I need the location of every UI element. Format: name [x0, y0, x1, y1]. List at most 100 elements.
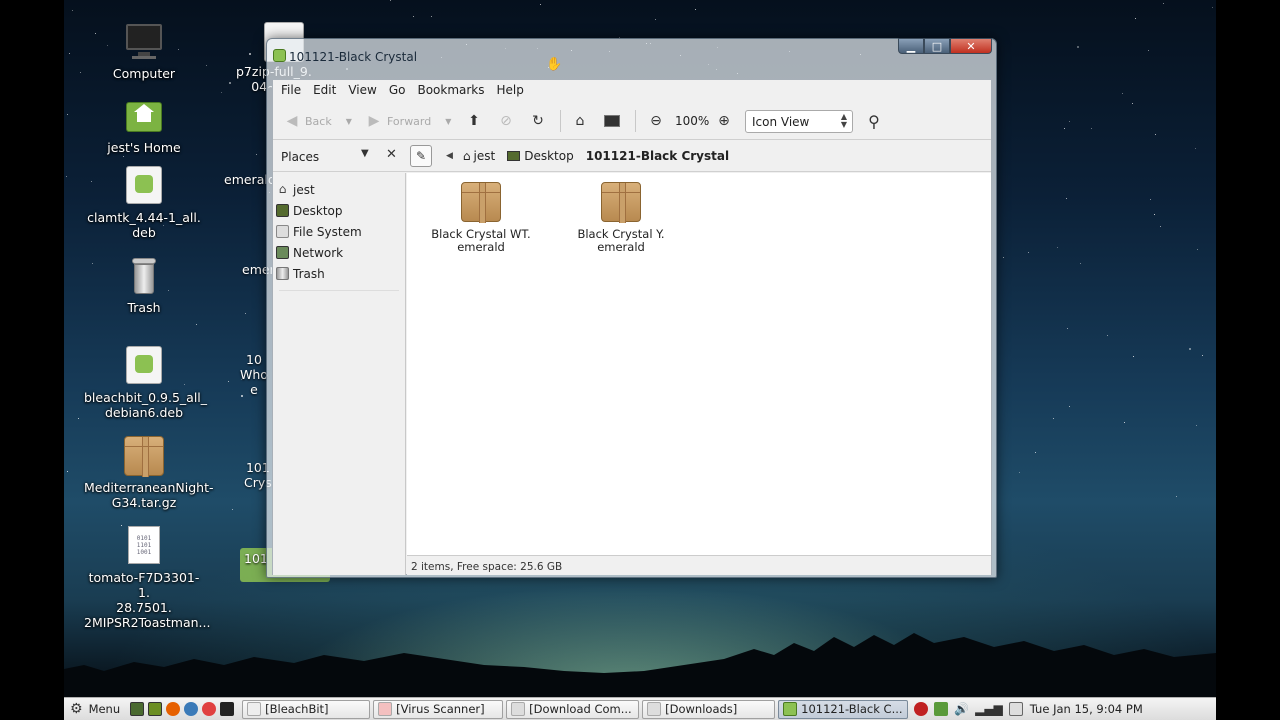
sidebar-item-network[interactable]: Network: [273, 242, 405, 263]
file-item[interactable]: Black Crystal WT. emerald: [421, 182, 541, 254]
desktop-icon-clamtk[interactable]: clamtk_4.44-1_all. deb: [84, 166, 204, 240]
close-button[interactable]: ✕: [950, 38, 992, 54]
volume-icon[interactable]: 🔊: [954, 702, 969, 716]
computer-icon: [603, 112, 621, 130]
star: [245, 313, 246, 314]
star: [1135, 18, 1136, 19]
search-button[interactable]: ⚲: [865, 102, 883, 140]
show-desktop-icon[interactable]: [130, 702, 145, 716]
forward-button[interactable]: ▶ Forward ▼: [365, 102, 452, 140]
window-titlebar[interactable]: 101121-Black Crystal ✋ ▁ □ ✕: [267, 38, 996, 75]
terminal-icon[interactable]: [220, 702, 235, 716]
desktop-icon-computer[interactable]: Computer: [84, 22, 204, 81]
network-signal-icon[interactable]: ▂▄▆: [975, 702, 1003, 716]
back-dropdown-icon[interactable]: ▼: [346, 117, 352, 126]
sidebar-item-label: Desktop: [293, 203, 343, 218]
menu-help[interactable]: Help: [491, 83, 530, 97]
zoom-in-button[interactable]: ⊕: [715, 102, 733, 140]
sidebar-divider: [279, 290, 399, 291]
places-header: Places: [281, 150, 320, 164]
desktop-icon-bleachbit[interactable]: bleachbit_0.9.5_all_ debian6.deb: [84, 346, 207, 420]
taskbar-window-downloads[interactable]: [Downloads]: [642, 699, 776, 719]
pencil-icon: ✎: [415, 149, 427, 163]
star: [1069, 406, 1070, 407]
star: [232, 509, 233, 510]
menu-go[interactable]: Go: [383, 83, 412, 97]
sidebar-item-jest[interactable]: ⌂ jest: [273, 179, 405, 200]
record-icon[interactable]: [914, 702, 929, 716]
file-view[interactable]: Black Crystal WT. emerald Black Crystal …: [407, 173, 991, 555]
deb-package-icon: [124, 166, 164, 206]
maximize-button[interactable]: □: [924, 38, 950, 54]
desktop-icon-tomato[interactable]: 0101 1101 1001 tomato-F7D3301-1. 28.7501…: [84, 526, 210, 630]
menu-file[interactable]: File: [275, 83, 307, 97]
sidebar-item-trash[interactable]: Trash: [273, 263, 405, 284]
breadcrumb-label: jest: [473, 149, 496, 163]
menu-bookmarks[interactable]: Bookmarks: [411, 83, 490, 97]
search-icon: ⚲: [868, 111, 880, 131]
skype-icon[interactable]: [184, 702, 199, 716]
star: [1176, 496, 1177, 497]
star: [540, 4, 541, 5]
window-title: 101121-Black Crystal: [289, 50, 418, 64]
taskbar-window-virus-scanner[interactable]: [Virus Scanner]: [373, 699, 504, 719]
clock[interactable]: Tue Jan 15, 9:04 PM: [1026, 700, 1145, 719]
close-sidebar-icon[interactable]: ✕: [386, 147, 397, 162]
back-button[interactable]: ◀ Back ▼: [283, 102, 352, 140]
firefox-icon[interactable]: [166, 702, 181, 716]
star: [69, 53, 70, 54]
star: [1028, 252, 1029, 253]
system-monitor-icon[interactable]: [148, 702, 163, 716]
view-mode-select[interactable]: Icon View ▲ ▼: [745, 110, 853, 133]
desktop-icon-label: MediterraneanNight- G34.tar.gz: [84, 480, 214, 510]
star: [1066, 198, 1067, 199]
breadcrumb-current[interactable]: 101121-Black Crystal: [580, 149, 735, 163]
sidebar-item-desktop[interactable]: Desktop: [273, 200, 405, 221]
forward-dropdown-icon[interactable]: ▼: [445, 117, 451, 126]
home-button[interactable]: ⌂: [571, 102, 589, 140]
lifesaver-icon[interactable]: [202, 702, 217, 716]
star: [78, 418, 79, 419]
sidebar-item-filesystem[interactable]: File System: [273, 221, 405, 242]
star: [72, 10, 73, 11]
battery-icon[interactable]: [1008, 702, 1023, 716]
back-arrow-icon: ◀: [286, 113, 298, 129]
zoom-out-button[interactable]: ⊖: [647, 102, 665, 140]
file-manager-window[interactable]: 101121-Black Crystal ✋ ▁ □ ✕ File Edit V…: [266, 38, 997, 578]
star: [249, 53, 251, 55]
taskbar-window-bleachbit[interactable]: [BleachBit]: [242, 699, 371, 719]
desktop-icon-trash[interactable]: Trash: [84, 256, 204, 315]
star: [1150, 199, 1151, 200]
desktop-icon: [507, 151, 521, 161]
breadcrumb-desktop[interactable]: Desktop: [501, 149, 580, 163]
desktop-icon-label: jest's Home: [107, 140, 181, 155]
computer-button[interactable]: [603, 102, 621, 140]
taskbar: ⚙ Menu [BleachBit] [Virus Scanner] [Down…: [64, 697, 1216, 720]
menu-edit[interactable]: Edit: [307, 83, 342, 97]
taskbar-window-file-manager[interactable]: 101121-Black C...: [778, 699, 909, 719]
start-menu-button[interactable]: ⚙ Menu: [64, 700, 124, 719]
taskbar-window-download[interactable]: [Download Com...: [506, 699, 640, 719]
star: [655, 19, 656, 20]
shield-icon[interactable]: [934, 702, 949, 716]
desktop-icon-home[interactable]: jest's Home: [84, 96, 204, 155]
folder-icon: [273, 49, 286, 62]
places-dropdown-icon[interactable]: ▼: [361, 148, 369, 159]
file-item[interactable]: Black Crystal Y. emerald: [561, 182, 681, 254]
minimize-button[interactable]: ▁: [898, 38, 924, 54]
star: [66, 176, 67, 177]
menu-view[interactable]: View: [342, 83, 382, 97]
star: [1057, 247, 1058, 248]
download-icon: [511, 702, 526, 716]
stop-button[interactable]: ⊘: [497, 102, 515, 140]
breadcrumb-jest[interactable]: ⌂ jest: [457, 149, 501, 163]
taskbar-window-label: 101121-Black C...: [801, 702, 903, 716]
star: [228, 381, 229, 382]
zoom-out-icon: ⊖: [650, 113, 662, 129]
desktop-icon-mediterranean[interactable]: MediterraneanNight- G34.tar.gz: [84, 436, 214, 510]
reload-button[interactable]: ↻: [529, 102, 547, 140]
archive-icon: [461, 182, 501, 223]
up-button[interactable]: ⬆: [465, 102, 483, 140]
edit-location-button[interactable]: ✎: [410, 145, 432, 167]
breadcrumb-left-arrow-icon[interactable]: ◀: [446, 151, 453, 161]
